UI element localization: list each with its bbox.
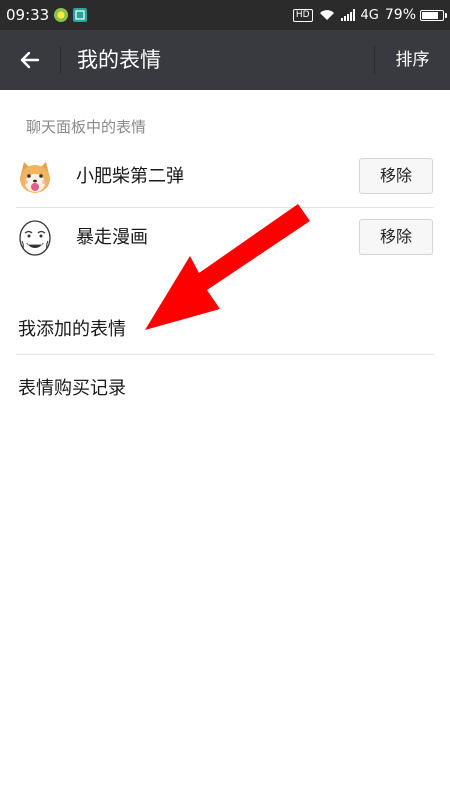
rage-comic-sticker-icon [19,220,51,256]
app-scanner-icon [73,8,88,22]
row-divider [16,354,434,355]
sticker-row-baozou[interactable]: 暴走漫画 移除 [0,208,450,268]
title-bar: 我的表情 排序 [0,30,450,90]
sticker-name: 小肥柴第二弹 [76,166,184,187]
sort-button[interactable]: 排序 [375,30,450,90]
section-header-chat-panel: 聊天面板中的表情 [26,118,147,136]
network-type: 4G [360,7,379,23]
remove-button[interactable]: 移除 [359,158,433,194]
status-bar: 09:33 HD 4G 79% [0,0,450,30]
app-notification-icon [54,8,69,22]
shiba-sticker-icon [20,162,50,193]
wifi-icon [319,9,335,21]
battery-icon [420,9,447,21]
added-stickers-item[interactable]: 我添加的表情 [18,315,126,341]
back-button[interactable] [0,30,60,90]
back-arrow-icon [20,51,40,69]
status-time: 09:33 [6,6,50,24]
sticker-name: 暴走漫画 [76,227,148,248]
status-left: 09:33 [6,0,88,30]
signal-icon [340,9,355,21]
battery-percent: 79% [384,7,416,23]
sticker-row-xiaofeichai[interactable]: 小肥柴第二弹 移除 [0,147,450,207]
remove-button[interactable]: 移除 [359,219,433,255]
purchase-history-item[interactable]: 表情购买记录 [18,374,126,400]
title-divider-left [60,46,61,74]
hd-badge: HD [292,8,313,22]
page-title: 我的表情 [77,48,161,72]
status-right: HD 4G 79% [292,0,447,30]
battery-fill [422,11,438,19]
